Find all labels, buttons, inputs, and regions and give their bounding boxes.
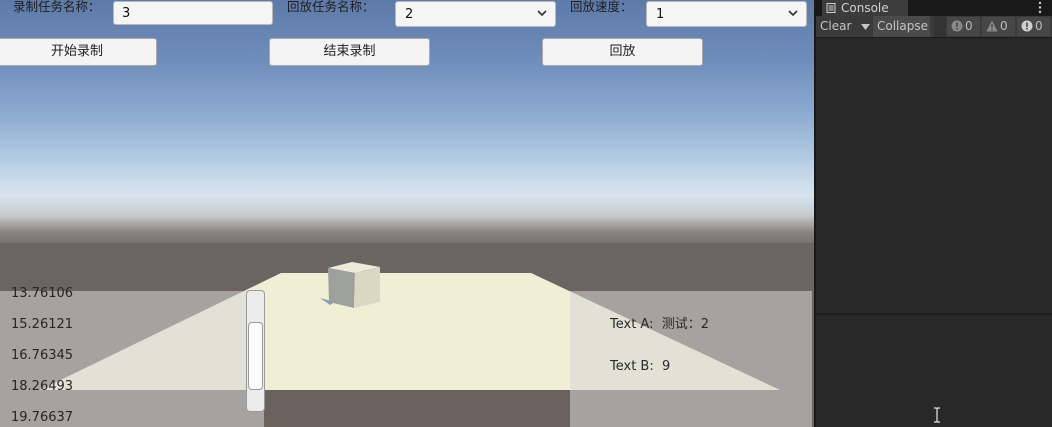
collapse-button[interactable]: Collapse (873, 16, 930, 37)
chevron-down-icon (788, 10, 798, 17)
console-window: Console Clear Collapse 0 0 0 (814, 0, 1052, 427)
console-tab-label: Console (841, 1, 889, 15)
replay-task-value: 2 (405, 7, 414, 22)
clear-options-dropdown-icon[interactable] (861, 24, 870, 30)
info-count: 0 (1035, 19, 1043, 33)
text-cursor-icon (934, 407, 940, 423)
scrollbar-handle[interactable] (248, 322, 263, 390)
text-b: Text B: 9 (610, 359, 670, 374)
toolbar-separator (934, 16, 946, 37)
console-tab-bar: Console (816, 0, 1052, 16)
clear-button[interactable]: Clear (820, 16, 851, 37)
text-b-label: Text B: (610, 359, 654, 374)
list-item: 19.76637 (11, 410, 74, 425)
replay-task-label: 回放任务名称： (287, 0, 375, 14)
list-scrollbar[interactable] (246, 290, 265, 412)
record-task-label: 录制任务名称： (13, 0, 101, 14)
console-icon (826, 3, 836, 13)
replay-speed-dropdown[interactable]: 1 (646, 1, 807, 27)
cube-object (328, 262, 380, 308)
list-item: 18.26493 (11, 379, 74, 394)
replay-task-dropdown[interactable]: 2 (395, 1, 556, 27)
list-item: 13.76106 (11, 286, 74, 301)
text-a-value: 测试：2 (661, 317, 710, 332)
more-options-icon[interactable] (1038, 1, 1042, 14)
warning-count: 0 (1000, 19, 1008, 33)
error-toggle[interactable]: 0 (947, 17, 980, 36)
info-toggle[interactable]: 0 (1017, 17, 1050, 36)
text-b-value: 9 (662, 359, 671, 374)
console-log-list[interactable] (816, 38, 1052, 312)
replay-speed-value: 1 (656, 7, 665, 22)
record-task-input[interactable]: 3 (113, 1, 273, 25)
replay-button[interactable]: 回放 (542, 38, 703, 66)
text-a-label: Text A: (610, 317, 654, 332)
list-item: 15.26121 (11, 317, 74, 332)
error-count: 0 (965, 19, 973, 33)
stop-record-button[interactable]: 结束录制 (269, 38, 430, 66)
chevron-down-icon (537, 10, 547, 17)
info-icon (1021, 20, 1033, 32)
replay-speed-label: 回放速度： (570, 0, 633, 14)
warning-toggle[interactable]: 0 (982, 17, 1015, 36)
list-item: 16.76345 (11, 348, 74, 363)
info-panel (570, 291, 812, 427)
warning-icon (986, 20, 998, 32)
error-icon (951, 20, 963, 32)
console-toolbar: Clear Collapse 0 0 0 (816, 16, 1052, 38)
start-record-button[interactable]: 开始录制 (0, 38, 157, 66)
text-a: Text A: 测试：2 (610, 313, 709, 332)
game-view: 录制任务名称： 3 回放任务名称： 2 回放速度： 1 开始录制 结束录制 回放… (0, 0, 814, 427)
tab-console[interactable]: Console (822, 0, 908, 16)
